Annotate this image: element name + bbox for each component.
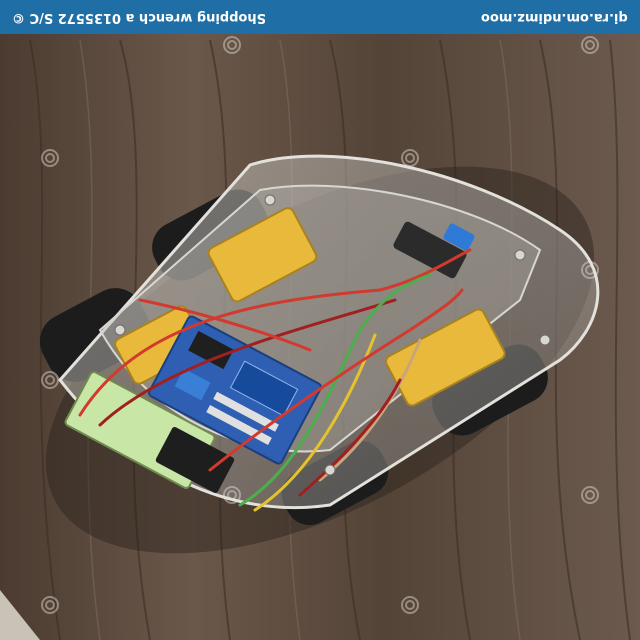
robot-car-photo: [0, 0, 640, 640]
watermark-banner: Shopping wrench a 0135572 S/C © qi.ra.om…: [0, 0, 640, 34]
watermark-site: qi.ra.om.ndimz.moo: [481, 9, 628, 25]
watermark-caption: Shopping wrench a 0135572 S/C ©: [12, 9, 267, 25]
